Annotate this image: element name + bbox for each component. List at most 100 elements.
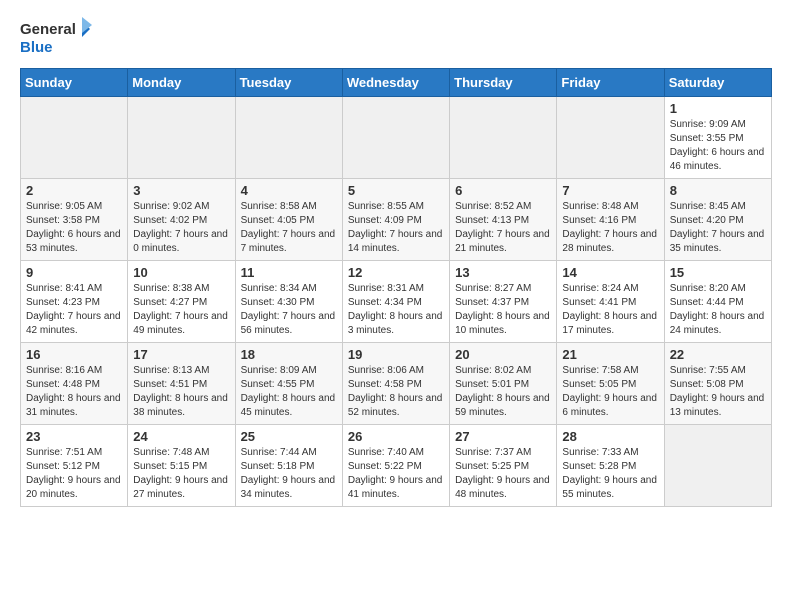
- header: GeneralBlue: [20, 16, 772, 60]
- day-number: 2: [26, 183, 122, 198]
- day-cell-6: 6 Sunrise: 8:52 AM Sunset: 4:13 PM Daylig…: [450, 179, 557, 261]
- weekday-header-wednesday: Wednesday: [342, 69, 449, 97]
- day-number: 22: [670, 347, 766, 362]
- day-number: 8: [670, 183, 766, 198]
- empty-cell: [557, 97, 664, 179]
- day-number: 14: [562, 265, 658, 280]
- day-cell-1: 1 Sunrise: 9:09 AM Sunset: 3:55 PM Daylig…: [664, 97, 771, 179]
- day-cell-28: 28 Sunrise: 7:33 AM Sunset: 5:28 PM Dayli…: [557, 425, 664, 507]
- svg-text:Blue: Blue: [20, 39, 53, 56]
- day-info: Sunrise: 9:05 AM Sunset: 3:58 PM Dayligh…: [26, 200, 122, 256]
- calendar-header: SundayMondayTuesdayWednesdayThursdayFrid…: [21, 69, 772, 97]
- day-number: 1: [670, 101, 766, 116]
- day-cell-26: 26 Sunrise: 7:40 AM Sunset: 5:22 PM Dayli…: [342, 425, 449, 507]
- day-number: 6: [455, 183, 551, 198]
- day-info: Sunrise: 8:34 AM Sunset: 4:30 PM Dayligh…: [241, 282, 337, 338]
- week-row-2: 9 Sunrise: 8:41 AM Sunset: 4:23 PM Daylig…: [21, 261, 772, 343]
- day-number: 13: [455, 265, 551, 280]
- svg-text:General: General: [20, 21, 76, 38]
- logo: GeneralBlue: [20, 16, 100, 60]
- day-number: 11: [241, 265, 337, 280]
- day-cell-13: 13 Sunrise: 8:27 AM Sunset: 4:37 PM Dayli…: [450, 261, 557, 343]
- day-cell-18: 18 Sunrise: 8:09 AM Sunset: 4:55 PM Dayli…: [235, 343, 342, 425]
- empty-cell: [664, 425, 771, 507]
- day-info: Sunrise: 8:31 AM Sunset: 4:34 PM Dayligh…: [348, 282, 444, 338]
- day-number: 9: [26, 265, 122, 280]
- day-info: Sunrise: 7:44 AM Sunset: 5:18 PM Dayligh…: [241, 446, 337, 502]
- day-cell-17: 17Sunrise: 8:13 AM Sunset: 4:51 PM Dayli…: [128, 343, 235, 425]
- day-cell-2: 2 Sunrise: 9:05 AM Sunset: 3:58 PM Daylig…: [21, 179, 128, 261]
- empty-cell: [342, 97, 449, 179]
- day-info: Sunrise: 9:02 AM Sunset: 4:02 PM Dayligh…: [133, 200, 229, 256]
- day-info: Sunrise: 8:24 AM Sunset: 4:41 PM Dayligh…: [562, 282, 658, 338]
- day-info: Sunrise: 8:48 AM Sunset: 4:16 PM Dayligh…: [562, 200, 658, 256]
- day-info: Sunrise: 8:06 AM Sunset: 4:58 PM Dayligh…: [348, 364, 444, 420]
- day-info: Sunrise: 8:38 AM Sunset: 4:27 PM Dayligh…: [133, 282, 229, 338]
- weekday-header-saturday: Saturday: [664, 69, 771, 97]
- day-number: 20: [455, 347, 551, 362]
- day-cell-12: 12Sunrise: 8:31 AM Sunset: 4:34 PM Dayli…: [342, 261, 449, 343]
- day-number: 4: [241, 183, 337, 198]
- day-info: Sunrise: 8:02 AM Sunset: 5:01 PM Dayligh…: [455, 364, 551, 420]
- day-number: 18: [241, 347, 337, 362]
- week-row-1: 2 Sunrise: 9:05 AM Sunset: 3:58 PM Daylig…: [21, 179, 772, 261]
- day-number: 25: [241, 429, 337, 444]
- day-number: 21: [562, 347, 658, 362]
- day-number: 26: [348, 429, 444, 444]
- day-cell-5: 5 Sunrise: 8:55 AM Sunset: 4:09 PM Daylig…: [342, 179, 449, 261]
- day-info: Sunrise: 7:33 AM Sunset: 5:28 PM Dayligh…: [562, 446, 658, 502]
- day-info: Sunrise: 8:09 AM Sunset: 4:55 PM Dayligh…: [241, 364, 337, 420]
- day-info: Sunrise: 7:51 AM Sunset: 5:12 PM Dayligh…: [26, 446, 122, 502]
- empty-cell: [235, 97, 342, 179]
- day-number: 15: [670, 265, 766, 280]
- day-info: Sunrise: 8:45 AM Sunset: 4:20 PM Dayligh…: [670, 200, 766, 256]
- day-number: 7: [562, 183, 658, 198]
- week-row-3: 16 Sunrise: 8:16 AM Sunset: 4:48 PM Dayli…: [21, 343, 772, 425]
- day-info: Sunrise: 8:16 AM Sunset: 4:48 PM Dayligh…: [26, 364, 122, 420]
- empty-cell: [21, 97, 128, 179]
- day-info: Sunrise: 8:41 AM Sunset: 4:23 PM Dayligh…: [26, 282, 122, 338]
- day-cell-9: 9 Sunrise: 8:41 AM Sunset: 4:23 PM Daylig…: [21, 261, 128, 343]
- weekday-header-monday: Monday: [128, 69, 235, 97]
- calendar-body: 1 Sunrise: 9:09 AM Sunset: 3:55 PM Daylig…: [21, 97, 772, 507]
- day-number: 19: [348, 347, 444, 362]
- weekday-header-thursday: Thursday: [450, 69, 557, 97]
- day-cell-7: 7 Sunrise: 8:48 AM Sunset: 4:16 PM Daylig…: [557, 179, 664, 261]
- day-cell-19: 19 Sunrise: 8:06 AM Sunset: 4:58 PM Dayli…: [342, 343, 449, 425]
- day-info: Sunrise: 7:40 AM Sunset: 5:22 PM Dayligh…: [348, 446, 444, 502]
- day-cell-10: 10 Sunrise: 8:38 AM Sunset: 4:27 PM Dayli…: [128, 261, 235, 343]
- day-cell-11: 11 Sunrise: 8:34 AM Sunset: 4:30 PM Dayli…: [235, 261, 342, 343]
- day-cell-14: 14 Sunrise: 8:24 AM Sunset: 4:41 PM Dayli…: [557, 261, 664, 343]
- day-cell-20: 20 Sunrise: 8:02 AM Sunset: 5:01 PM Dayli…: [450, 343, 557, 425]
- day-cell-16: 16 Sunrise: 8:16 AM Sunset: 4:48 PM Dayli…: [21, 343, 128, 425]
- day-info: Sunrise: 7:55 AM Sunset: 5:08 PM Dayligh…: [670, 364, 766, 420]
- weekday-header-row: SundayMondayTuesdayWednesdayThursdayFrid…: [21, 69, 772, 97]
- empty-cell: [450, 97, 557, 179]
- day-cell-15: 15Sunrise: 8:20 AM Sunset: 4:44 PM Dayli…: [664, 261, 771, 343]
- weekday-header-friday: Friday: [557, 69, 664, 97]
- day-info: Sunrise: 8:27 AM Sunset: 4:37 PM Dayligh…: [455, 282, 551, 338]
- day-info: Sunrise: 8:55 AM Sunset: 4:09 PM Dayligh…: [348, 200, 444, 256]
- day-number: 16: [26, 347, 122, 362]
- day-info: Sunrise: 7:37 AM Sunset: 5:25 PM Dayligh…: [455, 446, 551, 502]
- day-cell-24: 24Sunrise: 7:48 AM Sunset: 5:15 PM Dayli…: [128, 425, 235, 507]
- weekday-header-sunday: Sunday: [21, 69, 128, 97]
- day-cell-23: 23 Sunrise: 7:51 AM Sunset: 5:12 PM Dayli…: [21, 425, 128, 507]
- day-number: 24: [133, 429, 229, 444]
- day-info: Sunrise: 8:58 AM Sunset: 4:05 PM Dayligh…: [241, 200, 337, 256]
- day-number: 5: [348, 183, 444, 198]
- day-number: 3: [133, 183, 229, 198]
- day-cell-4: 4 Sunrise: 8:58 AM Sunset: 4:05 PM Daylig…: [235, 179, 342, 261]
- day-info: Sunrise: 8:52 AM Sunset: 4:13 PM Dayligh…: [455, 200, 551, 256]
- day-number: 10: [133, 265, 229, 280]
- day-info: Sunrise: 9:09 AM Sunset: 3:55 PM Dayligh…: [670, 118, 766, 174]
- day-cell-3: 3 Sunrise: 9:02 AM Sunset: 4:02 PM Daylig…: [128, 179, 235, 261]
- day-info: Sunrise: 8:13 AM Sunset: 4:51 PM Dayligh…: [133, 364, 229, 420]
- day-number: 28: [562, 429, 658, 444]
- empty-cell: [128, 97, 235, 179]
- calendar-table: SundayMondayTuesdayWednesdayThursdayFrid…: [20, 68, 772, 507]
- day-cell-22: 22 Sunrise: 7:55 AM Sunset: 5:08 PM Dayli…: [664, 343, 771, 425]
- day-number: 23: [26, 429, 122, 444]
- day-cell-27: 27Sunrise: 7:37 AM Sunset: 5:25 PM Dayli…: [450, 425, 557, 507]
- week-row-0: 1 Sunrise: 9:09 AM Sunset: 3:55 PM Daylig…: [21, 97, 772, 179]
